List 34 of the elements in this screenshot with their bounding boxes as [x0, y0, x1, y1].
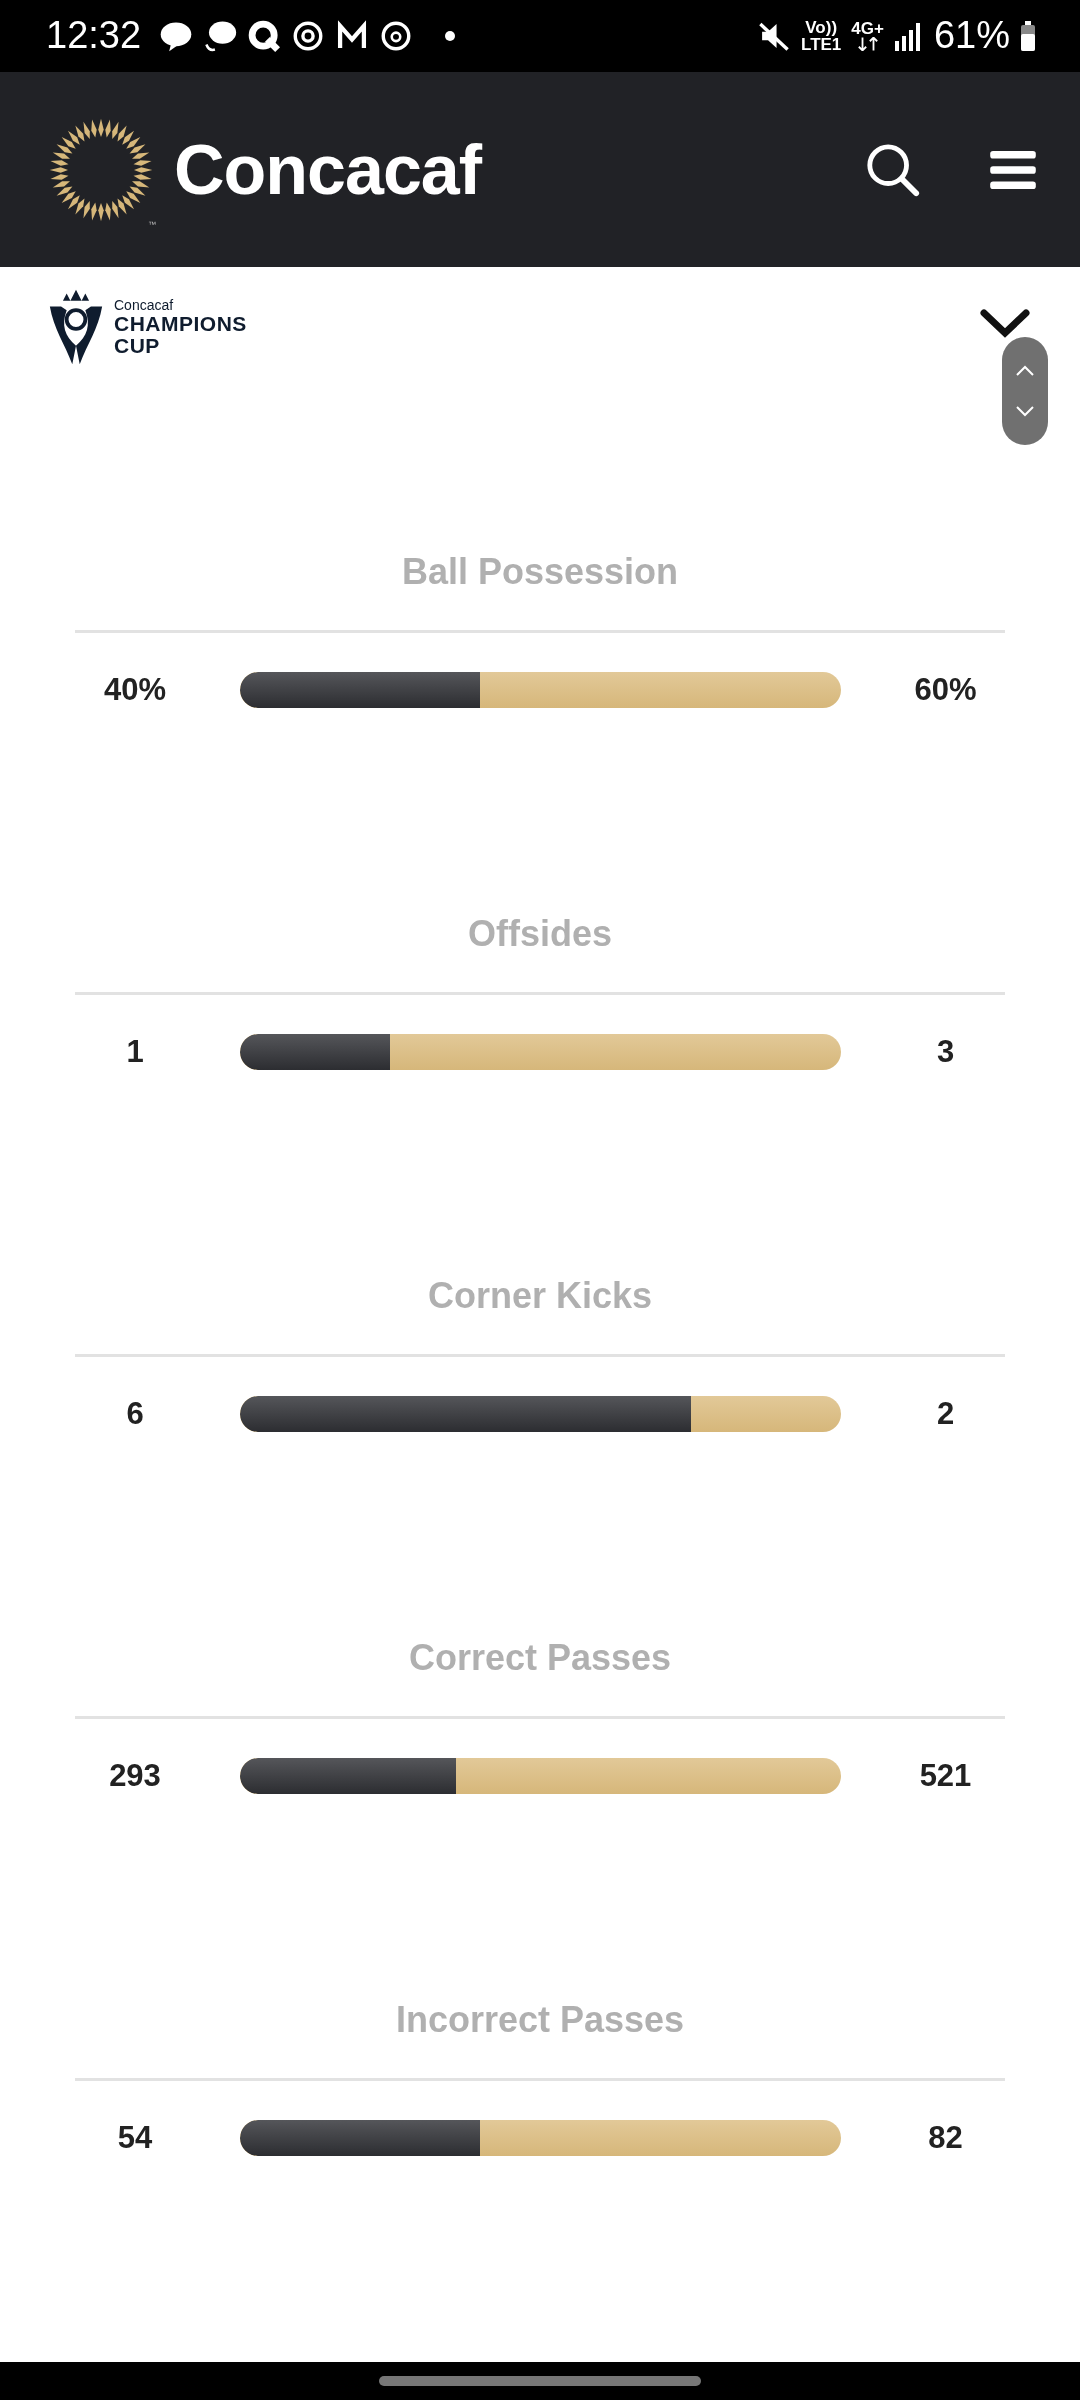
dot-icon: [445, 30, 456, 41]
lte-label: LTE1: [801, 35, 842, 53]
clock: 12:32: [46, 14, 142, 58]
competition-label: Concacaf: [114, 297, 175, 314]
trademark-mark: ™: [148, 219, 156, 229]
competition-name: CUP: [114, 335, 161, 358]
stat-title: Corner Kicks: [426, 1275, 654, 1316]
scroll-up-icon[interactable]: [1015, 365, 1035, 378]
competition-name: CHAMPIONS: [114, 313, 247, 336]
away-value: 3: [935, 1033, 956, 1070]
home-handle[interactable]: [379, 2375, 701, 2386]
battery-icon: [1020, 20, 1036, 51]
volte-label: Vo)): [805, 18, 838, 36]
stat-title: Offsides: [466, 913, 613, 954]
home-value: 1: [125, 1033, 145, 1070]
away-value: 521: [918, 1757, 973, 1794]
home-value: 40%: [102, 671, 167, 708]
home-value: 6: [125, 1395, 145, 1432]
scroll-down-icon[interactable]: [1015, 405, 1035, 418]
data-arrows-icon: [856, 37, 879, 52]
stat-title: Incorrect Passes: [394, 1999, 686, 2040]
menu-icon[interactable]: [990, 150, 1036, 189]
away-value: 60%: [913, 671, 978, 708]
q-icon: [247, 18, 282, 53]
home-value: 54: [116, 2119, 154, 2156]
battery-percent: 61%: [933, 14, 1010, 58]
home-value: 293: [108, 1757, 162, 1794]
chevron-down-icon[interactable]: [980, 309, 1030, 340]
network-label: 4G+: [851, 20, 884, 38]
stat-title: Ball Possession: [400, 551, 680, 592]
away-value: 82: [927, 2119, 964, 2156]
stat-title: Correct Passes: [407, 1637, 673, 1678]
away-value: 2: [935, 1395, 956, 1432]
brand-name[interactable]: Concacaf: [174, 129, 482, 210]
